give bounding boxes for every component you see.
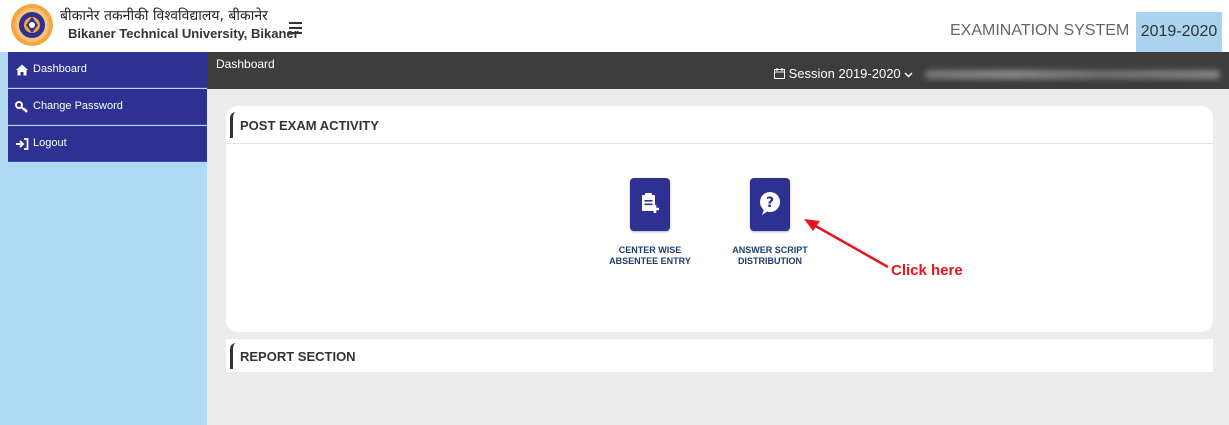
header-bracket — [230, 112, 236, 138]
university-logo — [11, 4, 53, 46]
tile-label-line: CENTER WISE — [618, 245, 682, 255]
system-title: EXAMINATION SYSTEM — [950, 22, 1130, 39]
breadcrumb: Dashboard — [216, 57, 275, 71]
red-arrow-annotation — [804, 219, 889, 269]
panel-title: POST EXAM ACTIVITY — [240, 118, 379, 133]
report-section-panel: REPORT SECTION — [226, 339, 1213, 373]
university-name-english: Bikaner Technical University, Bikaner — [68, 26, 299, 41]
hamburger-menu-icon[interactable] — [289, 22, 302, 34]
tile-label-line: ABSENTEE ENTRY — [609, 256, 691, 266]
sidebar-item-label: Dashboard — [33, 63, 87, 75]
panel-title: REPORT SECTION — [240, 349, 356, 364]
click-here-annotation: Click here — [891, 262, 963, 279]
svg-text:?: ? — [766, 195, 774, 211]
session-dropdown[interactable]: Session 2019-2020 — [774, 66, 913, 81]
panel-header: REPORT SECTION — [226, 339, 1213, 373]
chevron-down-icon — [904, 72, 913, 78]
top-bar: Dashboard Session 2019-2020 — [207, 52, 1229, 89]
sidebar: Dashboard Change Password Logout — [0, 52, 207, 425]
key-icon — [15, 101, 28, 113]
clipboard-add-icon — [642, 193, 659, 213]
sidebar-item-change-password[interactable]: Change Password — [8, 89, 207, 125]
panel-header: POST EXAM ACTIVITY — [226, 106, 1213, 144]
center-wise-absentee-entry-label[interactable]: CENTER WISE ABSENTEE ENTRY — [590, 245, 710, 267]
sidebar-item-logout[interactable]: Logout — [8, 126, 207, 162]
user-menu-blurred[interactable] — [925, 70, 1220, 79]
university-name-hindi: बीकानेर तकनीकी विश्वविद्यालय, बीकानेर — [60, 8, 268, 24]
logout-icon — [16, 138, 29, 150]
answer-script-distribution-tile[interactable]: ? — [750, 178, 790, 231]
sidebar-item-label: Logout — [33, 137, 67, 149]
app-header: बीकानेर तकनीकी विश्वविद्यालय, बीकानेर Bi… — [0, 0, 1229, 52]
question-bubble-icon: ? — [760, 192, 780, 215]
home-icon — [16, 64, 28, 76]
session-label: Session 2019-2020 — [788, 66, 901, 81]
calendar-icon — [774, 68, 785, 79]
center-wise-absentee-entry-tile[interactable] — [630, 178, 670, 231]
header-bracket — [230, 343, 236, 369]
sidebar-item-dashboard[interactable]: Dashboard — [8, 52, 207, 88]
sidebar-item-label: Change Password — [33, 100, 123, 112]
year-badge: 2019-2020 — [1136, 12, 1222, 52]
post-exam-activity-panel: POST EXAM ACTIVITY CENTER WISE ABSENTEE … — [226, 106, 1213, 332]
